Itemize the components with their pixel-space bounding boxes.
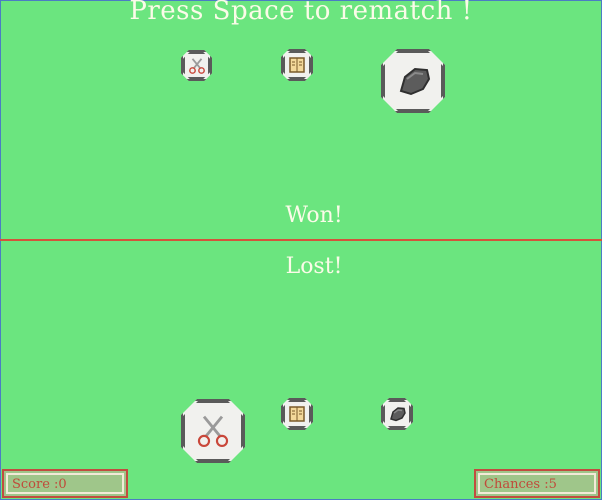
- player-rock-choice[interactable]: [381, 398, 413, 430]
- rock-icon: [390, 407, 406, 422]
- opponent-scissors-choice: [181, 50, 212, 81]
- paper-icon: [289, 406, 305, 422]
- rock-icon: [399, 67, 431, 96]
- chances-panel: Chances :5: [474, 469, 600, 498]
- score-label: Score :0: [12, 477, 67, 492]
- score-panel: Score :0: [2, 469, 128, 498]
- opponent-result-text: Won!: [285, 203, 343, 228]
- paper-icon: [289, 57, 305, 73]
- chances-label: Chances :5: [484, 477, 557, 492]
- player-scissors-choice[interactable]: [181, 399, 245, 463]
- opponent-rock-choice: [381, 49, 445, 113]
- player-result-text: Lost!: [285, 254, 343, 279]
- player-paper-choice[interactable]: [281, 398, 313, 430]
- scissors-icon: [197, 415, 229, 448]
- field-divider: [0, 239, 602, 241]
- scissors-icon: [188, 57, 205, 74]
- rematch-prompt: Press Space to rematch !: [129, 0, 473, 26]
- opponent-paper-choice: [281, 49, 313, 81]
